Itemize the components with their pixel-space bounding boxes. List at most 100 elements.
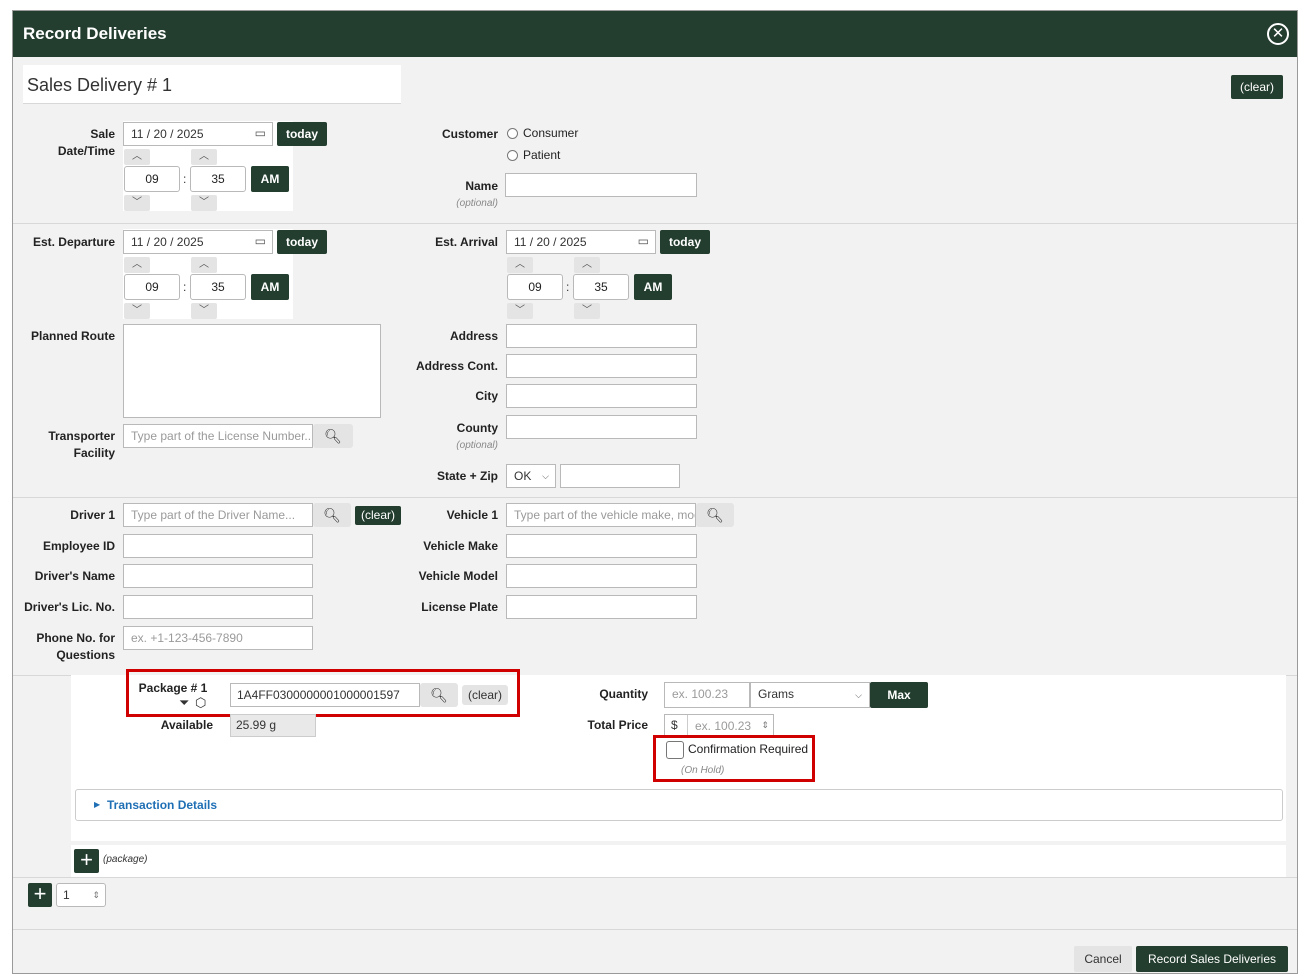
sale-minute-input[interactable]: 35 [190, 166, 246, 192]
address-label: Address [449, 329, 498, 343]
sale-date-value: 11 / 20 / 2025 [131, 127, 204, 141]
city-input[interactable] [506, 384, 697, 408]
patient-radio[interactable] [507, 150, 518, 161]
transaction-details-toggle[interactable]: ▶ Transaction Details [75, 789, 1283, 821]
driver-search-input[interactable]: Type part of the Driver Name... [123, 503, 313, 527]
add-package-row [71, 845, 1286, 877]
quantity-input[interactable]: ex. 100.23 [664, 682, 750, 708]
address-cont-input[interactable] [506, 354, 697, 378]
available-value: 25.99 g [230, 714, 316, 737]
package-highlight-box [126, 669, 520, 717]
sale-minute-down-icon[interactable]: ﹀ [191, 195, 217, 211]
planned-route-label: Planned Route [30, 329, 115, 343]
stepper-icon[interactable]: ⇕ [761, 718, 769, 732]
arrival-hour-input[interactable]: 09 [507, 274, 563, 300]
vehicle-label: Vehicle 1 [446, 508, 498, 522]
license-plate-input[interactable] [506, 595, 697, 619]
close-icon[interactable]: ✕ [1267, 23, 1289, 45]
transporter-search-icon[interactable]: 🔍︎ [313, 424, 353, 448]
add-delivery-icon[interactable]: + [28, 883, 52, 907]
sale-date-input[interactable]: 11 / 20 / 2025 ▭ [123, 122, 273, 146]
zip-input[interactable] [560, 464, 680, 488]
cancel-button[interactable]: Cancel [1074, 946, 1132, 972]
driver-clear-button[interactable]: (clear) [355, 506, 401, 525]
record-sales-deliveries-button[interactable]: Record Sales Deliveries [1136, 946, 1288, 972]
departure-today-button[interactable]: today [277, 230, 327, 254]
quantity-label: Quantity [599, 687, 648, 701]
add-package-icon[interactable]: + [74, 849, 99, 873]
sale-label: Sale [90, 127, 115, 141]
calendar-icon[interactable]: ▭ [255, 126, 266, 140]
transporter-search-input[interactable]: Type part of the License Number... [123, 424, 313, 448]
departure-hour-up-icon[interactable]: ︿ [124, 257, 150, 273]
arrival-date-input[interactable]: 11 / 20 / 2025 ▭ [506, 230, 656, 254]
consumer-radio[interactable] [507, 128, 518, 139]
city-label: City [475, 389, 498, 403]
transporter-placeholder: Type part of the License Number... [131, 429, 313, 443]
deliveries-count-stepper[interactable]: 1 ⇕ [56, 883, 106, 907]
vehicle-make-input[interactable] [506, 534, 697, 558]
departure-minute-down-icon[interactable]: ﹀ [191, 303, 217, 319]
delivery-clear-button[interactable]: (clear) [1231, 75, 1283, 99]
vehicle-search-icon[interactable]: 🔍︎ [696, 503, 734, 527]
driver-lic-label: Driver's Lic. No. [24, 600, 115, 614]
currency-symbol: $ [671, 718, 678, 732]
sale-hour-input[interactable]: 09 [124, 166, 180, 192]
customer-label: Customer [441, 127, 498, 141]
arrival-label: Est. Arrival [435, 235, 498, 249]
calendar-icon[interactable]: ▭ [638, 234, 649, 248]
max-button[interactable]: Max [870, 682, 928, 708]
arrival-minute-up-icon[interactable]: ︿ [574, 257, 600, 273]
delivery-heading: Sales Delivery # 1 [27, 75, 173, 95]
county-optional-note: (optional) [456, 440, 498, 451]
departure-date-value: 11 / 20 / 2025 [131, 235, 204, 249]
employee-id-input[interactable] [123, 534, 313, 558]
departure-minute-input[interactable]: 35 [190, 274, 246, 300]
calendar-icon[interactable]: ▭ [255, 234, 266, 248]
sale-hour-down-icon[interactable]: ﹀ [124, 195, 150, 211]
sale-minute-up-icon[interactable]: ︿ [191, 149, 217, 165]
quantity-placeholder: ex. 100.23 [672, 687, 729, 701]
driver-placeholder: Type part of the Driver Name... [131, 508, 296, 522]
planned-route-textarea[interactable] [123, 324, 381, 418]
record-deliveries-dialog: Record Deliveries ✕ Sales Delivery # 1 (… [12, 10, 1298, 974]
add-package-label: (package) [103, 854, 148, 865]
arrival-minute-down-icon[interactable]: ﹀ [574, 303, 600, 319]
employee-id-label: Employee ID [42, 539, 115, 553]
departure-hour-down-icon[interactable]: ﹀ [124, 303, 150, 319]
total-price-input[interactable]: $ ex. 100.23 ⇕ [664, 714, 774, 737]
county-input[interactable] [506, 415, 697, 439]
unit-value: Grams [758, 687, 794, 701]
departure-minute-up-icon[interactable]: ︿ [191, 257, 217, 273]
name-label: Name [465, 179, 498, 193]
phone-input[interactable]: ex. +1-123-456-7890 [123, 626, 313, 650]
state-select[interactable]: OK ⌵ [506, 464, 556, 488]
departure-ampm-button[interactable]: AM [251, 274, 289, 300]
patient-option-label: Patient [523, 148, 561, 162]
confirmation-highlight-box [653, 735, 815, 782]
departure-hour-input[interactable]: 09 [124, 274, 180, 300]
arrival-today-button[interactable]: today [660, 230, 710, 254]
address-input[interactable] [506, 324, 697, 348]
driver-lic-input[interactable] [123, 595, 313, 619]
sale-ampm-button[interactable]: AM [251, 166, 289, 192]
sale-today-button[interactable]: today [277, 122, 327, 146]
vehicle-search-input[interactable]: Type part of the vehicle make, model... [506, 503, 696, 527]
vehicle-model-label: Vehicle Model [418, 569, 498, 583]
phone-questions-label: Questions [56, 648, 115, 662]
stepper-icon[interactable]: ⇕ [92, 888, 100, 902]
delivery-heading-box: Sales Delivery # 1 [23, 65, 401, 103]
arrival-hour-down-icon[interactable]: ﹀ [507, 303, 533, 319]
arrival-minute-input[interactable]: 35 [573, 274, 629, 300]
driver-name-input[interactable] [123, 564, 313, 588]
arrival-ampm-button[interactable]: AM [634, 274, 672, 300]
sale-hour-up-icon[interactable]: ︿ [124, 149, 150, 165]
driver-search-icon[interactable]: 🔍︎ [313, 503, 351, 527]
unit-select[interactable]: Grams ⌵ [750, 682, 870, 708]
vehicle-model-input[interactable] [506, 564, 697, 588]
departure-date-input[interactable]: 11 / 20 / 2025 ▭ [123, 230, 273, 254]
customer-name-input[interactable] [505, 173, 697, 197]
state-zip-label: State + Zip [436, 469, 498, 483]
arrival-hour-up-icon[interactable]: ︿ [507, 257, 533, 273]
driver-name-label: Driver's Name [34, 569, 115, 583]
